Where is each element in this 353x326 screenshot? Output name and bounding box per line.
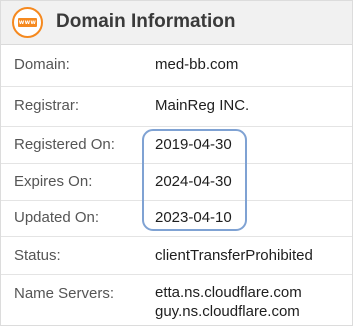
status-value: clientTransferProhibited [155, 247, 313, 264]
name-server-item: guy.ns.cloudflare.com [155, 303, 300, 320]
domain-row: Domain: med-bb.com [1, 45, 352, 87]
expires-on-value: 2024-04-30 [155, 173, 232, 190]
status-row: Status: clientTransferProhibited [1, 237, 352, 275]
registered-on-row: Registered On: 2019-04-30 [1, 127, 352, 164]
name-servers-label: Name Servers: [14, 285, 115, 302]
panel-header: www Domain Information [1, 1, 352, 45]
expires-on-row: Expires On: 2024-04-30 [1, 164, 352, 201]
status-label: Status: [14, 247, 61, 264]
domain-value: med-bb.com [155, 56, 239, 73]
registrar-value: MainReg INC. [155, 97, 250, 114]
name-server-item: etta.ns.cloudflare.com [155, 284, 302, 301]
name-servers-row: Name Servers: etta.ns.cloudflare.com guy… [1, 275, 352, 325]
updated-on-value: 2023-04-10 [155, 209, 232, 226]
registrar-row: Registrar: MainReg INC. [1, 87, 352, 127]
www-icon-text: www [18, 19, 37, 26]
registered-on-value: 2019-04-30 [155, 136, 232, 153]
name-servers-value: etta.ns.cloudflare.com guy.ns.cloudflare… [155, 283, 302, 321]
registrar-label: Registrar: [14, 97, 80, 114]
panel-title: Domain Information [56, 11, 236, 32]
domain-information-panel: www Domain Information Domain: med-bb.co… [0, 0, 353, 326]
updated-on-row: Updated On: 2023-04-10 [1, 201, 352, 237]
www-globe-icon: www [12, 7, 43, 38]
expires-on-label: Expires On: [14, 173, 93, 190]
updated-on-label: Updated On: [14, 209, 100, 226]
domain-label: Domain: [14, 56, 70, 73]
registered-on-label: Registered On: [14, 136, 115, 153]
